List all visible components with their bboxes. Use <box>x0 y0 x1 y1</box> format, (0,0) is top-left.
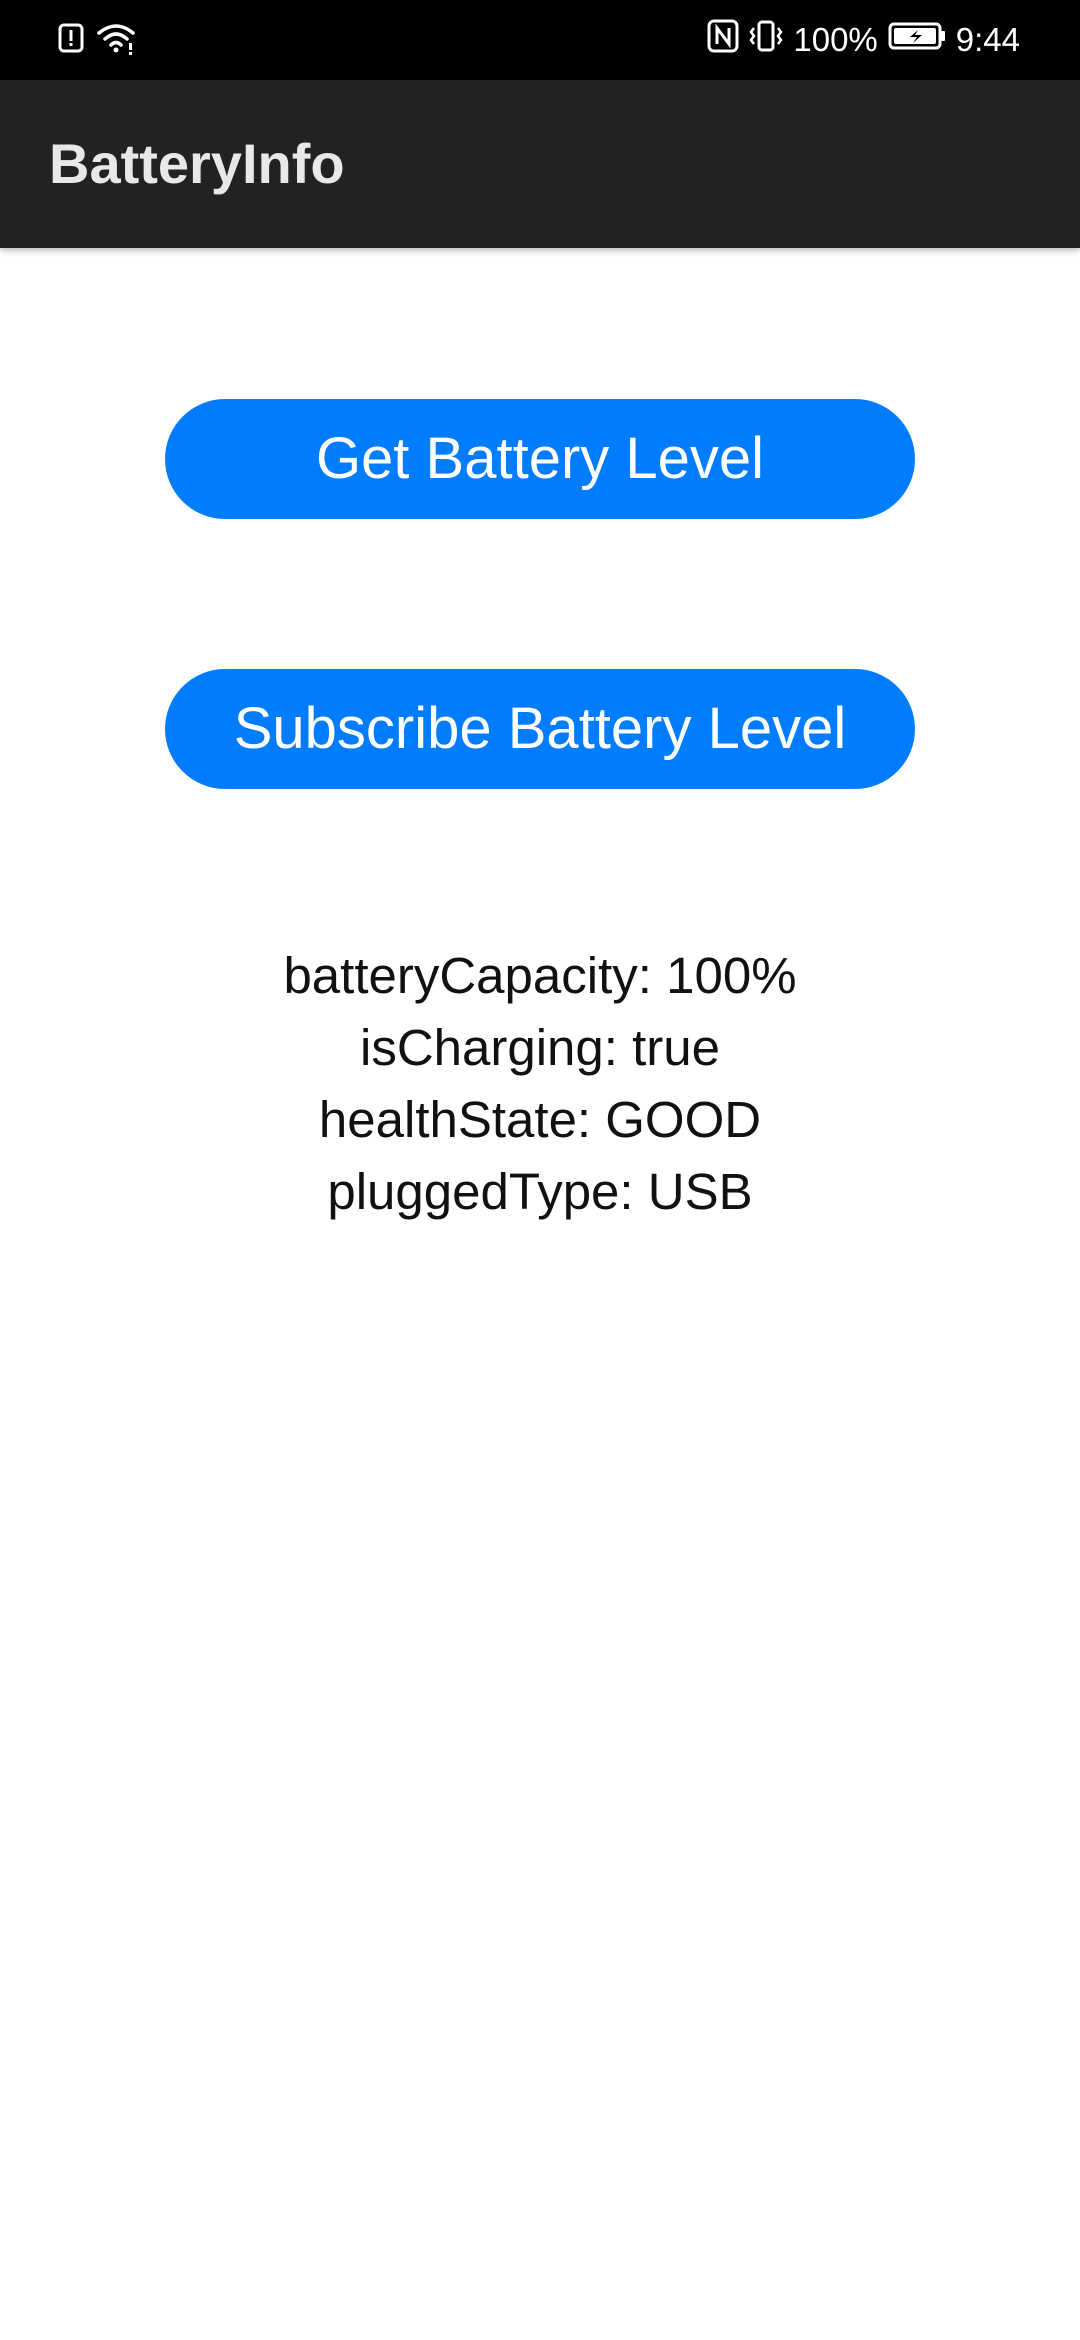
is-charging-text: isCharging: true <box>359 1019 720 1076</box>
wifi-icon <box>96 21 136 60</box>
status-bar: 100% 9:44 <box>0 0 1080 80</box>
subscribe-battery-level-button[interactable]: Subscribe Battery Level <box>165 669 915 789</box>
alert-icon <box>58 23 84 58</box>
app-bar: BatteryInfo <box>0 80 1080 248</box>
status-right-icons: 100% 9:44 <box>707 18 1020 62</box>
battery-info-panel: batteryCapacity: 100% isCharging: true h… <box>0 940 1080 1228</box>
get-battery-level-button[interactable]: Get Battery Level <box>165 399 915 519</box>
status-left-icons <box>58 18 136 62</box>
battery-charging-icon <box>888 21 946 59</box>
clock: 9:44 <box>955 21 1020 58</box>
plugged-type-text: pluggedType: USB <box>327 1163 753 1220</box>
vibrate-icon <box>749 19 783 61</box>
nfc-icon <box>707 19 739 61</box>
health-state-text: healthState: GOOD <box>318 1091 762 1148</box>
battery-percent: 100% <box>793 21 878 58</box>
battery-capacity-text: batteryCapacity: 100% <box>283 947 797 1004</box>
app-title: BatteryInfo <box>49 132 345 195</box>
